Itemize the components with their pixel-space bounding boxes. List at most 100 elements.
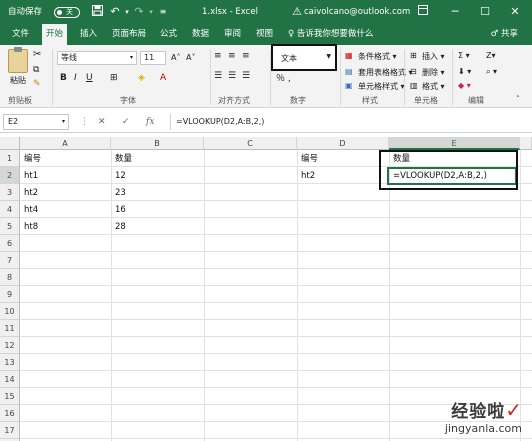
cancel-icon[interactable]: ✕ (98, 114, 106, 130)
group-clipboard-label: 剪贴板 (8, 96, 32, 105)
italic-button[interactable]: I (74, 73, 77, 83)
ribbon-display-icon[interactable] (416, 5, 430, 19)
column-header-a[interactable]: A (20, 137, 111, 150)
tab-formulas[interactable]: 公式 (156, 24, 181, 45)
row-header[interactable]: 2 (0, 167, 20, 184)
customize-qat-icon[interactable]: ≡ (156, 5, 170, 19)
autosum-button[interactable]: Σ ▾ (458, 51, 470, 60)
font-color-icon[interactable]: A (160, 73, 166, 83)
cell-b1[interactable]: 数量 (113, 151, 132, 167)
font-size-select[interactable]: 11 (140, 51, 166, 65)
column-header-c[interactable]: C (204, 137, 297, 150)
cell-a3[interactable]: ht2 (22, 185, 38, 201)
conditional-format-button[interactable]: 条件格式 ▾ (358, 51, 397, 62)
cell-b4[interactable]: 16 (113, 202, 126, 218)
align-bottom-icon[interactable]: ≡ (242, 51, 250, 61)
column-header-f[interactable] (520, 137, 532, 150)
align-top-icon[interactable]: ≡ (214, 51, 222, 61)
find-icon[interactable]: ⌕ ▾ (486, 67, 497, 77)
row-header[interactable]: 4 (0, 201, 20, 218)
table-format-icon: ▤ (345, 67, 353, 76)
tab-insert[interactable]: 插入 (76, 24, 101, 45)
share-button[interactable]: ♂ 共享 (491, 24, 518, 45)
grow-font-button[interactable]: A˄ (171, 53, 180, 62)
paste-icon[interactable] (8, 47, 28, 73)
row-header[interactable]: 9 (0, 286, 20, 303)
cell-b5[interactable]: 28 (113, 219, 126, 235)
row-header[interactable]: 17 (0, 422, 20, 439)
tab-data[interactable]: 数据 (188, 24, 213, 45)
row-header[interactable]: 3 (0, 184, 20, 201)
row-header[interactable]: 14 (0, 371, 20, 388)
currency-icon[interactable]: ％ , (276, 71, 291, 84)
tab-review[interactable]: 审阅 (220, 24, 245, 45)
cell-styles-button[interactable]: 单元格样式 ▾ (358, 81, 405, 92)
row-header[interactable]: 11 (0, 320, 20, 337)
tab-page-layout[interactable]: 页面布局 (108, 24, 150, 45)
cell-a2[interactable]: ht1 (22, 168, 38, 184)
select-all-corner[interactable] (0, 137, 20, 150)
cell-a4[interactable]: ht4 (22, 202, 38, 218)
tell-me-search[interactable]: ♀ 告诉我你想要做什么 (288, 24, 373, 45)
column-header-b[interactable]: B (111, 137, 204, 150)
fill-color-icon[interactable]: ◈ (138, 73, 145, 83)
autosave-toggle[interactable]: 关 (54, 7, 80, 18)
row-header[interactable]: 10 (0, 303, 20, 320)
tab-file[interactable]: 文件 (8, 24, 33, 45)
bold-button[interactable]: B (60, 73, 67, 83)
worksheet-grid[interactable]: A B C D E 123456789101112131415161718 编号… (0, 137, 532, 441)
row-header[interactable]: 15 (0, 388, 20, 405)
formula-input[interactable]: =VLOOKUP(D2,A:B,2,) (170, 114, 526, 130)
row-header[interactable]: 5 (0, 218, 20, 235)
format-painter-icon[interactable]: ✎ (33, 79, 41, 89)
font-name-select[interactable]: 等线 ▾ (57, 51, 137, 65)
delete-cells-button[interactable]: 删除 ▾ (422, 67, 445, 78)
cell-b3[interactable]: 23 (113, 185, 126, 201)
name-box[interactable]: E2 ▾ (3, 114, 69, 130)
format-cells-button[interactable]: 格式 ▾ (422, 81, 445, 92)
close-button[interactable]: ✕ (508, 5, 522, 19)
cell-b2[interactable]: 12 (113, 168, 126, 184)
save-icon[interactable] (90, 5, 104, 19)
cell-a1[interactable]: 编号 (22, 151, 41, 167)
cut-icon[interactable]: ✂ (33, 49, 41, 60)
minimize-button[interactable]: ─ (448, 5, 462, 19)
insert-function-icon[interactable]: fx (146, 114, 154, 130)
row-header[interactable]: 6 (0, 235, 20, 252)
align-center-icon[interactable]: ☰ (228, 71, 236, 81)
cell-a5[interactable]: ht8 (22, 219, 38, 235)
gridline (20, 234, 532, 235)
group-alignment-label: 对齐方式 (218, 96, 250, 105)
row-header[interactable]: 13 (0, 354, 20, 371)
number-format-select[interactable]: 文本 ▼ (271, 44, 337, 71)
row-header[interactable]: 7 (0, 252, 20, 269)
tab-home[interactable]: 开始 (42, 24, 68, 45)
row-header[interactable]: 8 (0, 269, 20, 286)
column-header-d[interactable]: D (297, 137, 389, 150)
underline-button[interactable]: U (86, 73, 93, 83)
row-header[interactable]: 1 (0, 150, 20, 167)
clear-icon[interactable]: ◆ ▾ (458, 81, 471, 90)
sort-filter-button[interactable]: Z▾ (486, 51, 496, 60)
cell-d1[interactable]: 编号 (299, 151, 318, 167)
account-email[interactable]: caivolcano@outlook.com (304, 0, 410, 24)
cell-d2[interactable]: ht2 (299, 168, 315, 184)
tab-view[interactable]: 视图 (252, 24, 277, 45)
row-header[interactable]: 12 (0, 337, 20, 354)
borders-icon[interactable]: ⊞ (110, 73, 118, 83)
gridline (297, 150, 298, 441)
maximize-button[interactable]: ☐ (478, 5, 492, 19)
collapse-ribbon-icon[interactable]: ˄ (516, 95, 520, 103)
gridline (20, 251, 532, 252)
align-middle-icon[interactable]: ≡ (228, 51, 236, 61)
row-header[interactable]: 16 (0, 405, 20, 422)
enter-icon[interactable]: ✓ (122, 114, 130, 130)
paste-button[interactable]: 粘贴 (10, 75, 26, 86)
fill-icon[interactable]: ⬇ ▾ (458, 67, 471, 76)
column-header-e[interactable]: E (389, 137, 520, 150)
insert-cells-button[interactable]: 插入 ▾ (422, 51, 445, 62)
align-left-icon[interactable]: ☰ (214, 71, 222, 81)
copy-icon[interactable]: ⧉ (33, 65, 39, 75)
align-right-icon[interactable]: ☰ (242, 71, 250, 81)
shrink-font-button[interactable]: A˅ (186, 53, 195, 62)
